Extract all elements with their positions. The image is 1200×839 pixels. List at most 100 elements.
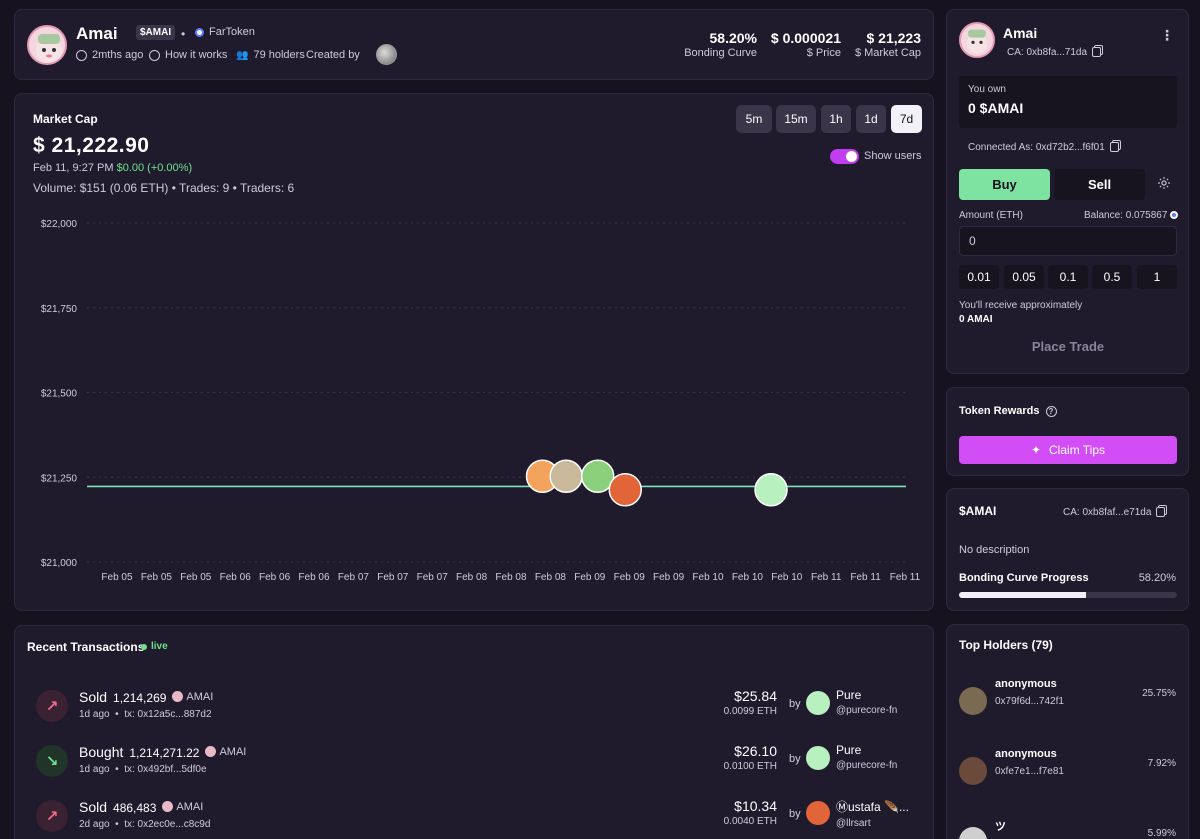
timeframe-5m[interactable]: 5m xyxy=(736,105,772,133)
amount-label: Amount (ETH) xyxy=(959,210,1023,221)
timeframe-1d[interactable]: 1d xyxy=(856,105,886,133)
amount-input[interactable] xyxy=(959,226,1177,256)
token-info-ca-text: CA: 0xb8faf...e71da xyxy=(1063,507,1152,518)
buy-tab-button[interactable]: Buy xyxy=(959,169,1050,200)
preset-1[interactable]: 1 xyxy=(1137,265,1177,289)
tx-type: Bought xyxy=(79,744,124,760)
tx-hash[interactable]: tx: 0x2ec0e...c8c9d xyxy=(124,819,210,830)
settings-gear-icon[interactable] xyxy=(1157,176,1171,190)
user-handle: @llrsart xyxy=(836,818,871,829)
holder-percent: 7.92% xyxy=(1147,758,1176,769)
user-handle: @purecore-fn xyxy=(836,705,898,716)
tx-user[interactable]: Pure @purecore-fn xyxy=(836,688,897,716)
stat-market-cap: $ 21,223 $ Market Cap xyxy=(855,30,921,59)
tx-value: $10.34 0.0040 ETH xyxy=(724,798,777,827)
preset-0-01[interactable]: 0.01 xyxy=(959,265,999,289)
copy-icon[interactable] xyxy=(1156,507,1166,518)
preset-0-5[interactable]: 0.5 xyxy=(1092,265,1132,289)
x-tick-label: Feb 10 xyxy=(771,572,803,583)
holder-row[interactable]: anonymous 0x79f6d...742f1 25.75% xyxy=(947,678,1188,722)
x-tick-label: Feb 09 xyxy=(653,572,685,583)
tx-value: $25.84 0.0099 ETH xyxy=(724,688,777,717)
arrow-up-right-icon: ↗ xyxy=(36,690,68,722)
stat-bonding-curve: 58.20% Bonding Curve xyxy=(684,30,757,59)
token-info-ca[interactable]: CA: 0xb8faf...e71da xyxy=(1063,507,1166,518)
claim-tips-button[interactable]: ✦ Claim Tips xyxy=(959,436,1177,464)
x-tick-label: Feb 11 xyxy=(811,572,842,583)
age-meta: 2mths ago xyxy=(76,49,143,61)
contract-address[interactable]: CA: 0xb8fa...71da xyxy=(1007,47,1102,58)
holder-avatar xyxy=(959,687,987,715)
preset-0-1[interactable]: 0.1 xyxy=(1048,265,1088,289)
more-options-icon[interactable]: ⋮ xyxy=(1160,27,1174,44)
show-users-toggle[interactable] xyxy=(830,149,859,164)
place-trade-button[interactable]: Place Trade xyxy=(959,335,1177,359)
holders-meta[interactable]: 👥 79 holders xyxy=(236,49,305,61)
how-it-works-text: How it works xyxy=(165,49,228,61)
tx-amount: 1,214,269 xyxy=(113,691,167,705)
live-indicator: live xyxy=(141,641,168,652)
tx-user[interactable]: Pure @purecore-fn xyxy=(836,743,897,771)
user-avatar[interactable] xyxy=(806,746,830,770)
platform-label[interactable]: FarToken xyxy=(209,26,255,38)
tx-hash[interactable]: tx: 0x492bf...5df0e xyxy=(124,764,206,775)
sell-tab-button[interactable]: Sell xyxy=(1054,169,1145,200)
timeframe-1h[interactable]: 1h xyxy=(821,105,851,133)
tx-token: AMAI xyxy=(162,801,203,813)
tx-eth: 0.0099 ETH xyxy=(723,706,777,717)
copy-icon[interactable] xyxy=(1109,142,1119,153)
x-tick-label: Feb 10 xyxy=(692,572,724,583)
x-tick-label: Feb 08 xyxy=(535,572,567,583)
tx-user[interactable]: Ⓜustafa 🪶... @llrsart xyxy=(836,798,909,829)
timeframe-7d[interactable]: 7d xyxy=(891,105,922,133)
tx-eth: 0.0100 ETH xyxy=(723,761,777,772)
x-tick-label: Feb 05 xyxy=(180,572,212,583)
holder-row[interactable]: ツ 5.99% xyxy=(947,818,1188,839)
top-holders-title: Top Holders (79) xyxy=(959,638,1053,652)
x-tick-label: Feb 06 xyxy=(220,572,252,583)
chart-panel: $22,000 $21,750 $21,500 $21,250 $21,000 Feb 0… xyxy=(14,93,934,611)
eth-icon xyxy=(1170,211,1179,220)
holder-row[interactable]: anonymous 0xfe7e1...f7e81 7.92% xyxy=(947,748,1188,792)
tx-token: AMAI xyxy=(205,746,246,758)
created-by-text: Created by xyxy=(306,49,360,61)
token-name: Amai xyxy=(76,24,118,43)
token-name: Amai xyxy=(1003,25,1038,41)
user-marker-avatar xyxy=(754,473,788,507)
tx-summary: Sold 486,483 AMAI xyxy=(79,799,203,815)
tx-type: Sold xyxy=(79,799,108,815)
volume-line: Volume: $151 (0.06 ETH) • Trades: 9 • Tr… xyxy=(33,181,295,195)
timeframe-15m[interactable]: 15m xyxy=(776,105,816,133)
user-marker-avatar xyxy=(608,473,643,507)
tx-meta: 2d ago • tx: 0x2ec0e...c8c9d xyxy=(79,819,211,830)
wallet-balance: Balance: 0.075867 xyxy=(1084,210,1179,221)
x-tick-label: Feb 11 xyxy=(850,572,881,583)
how-it-works-link[interactable]: How it works xyxy=(149,49,227,61)
clock-icon xyxy=(76,49,87,61)
user-avatar[interactable] xyxy=(806,691,830,715)
tx-hash[interactable]: tx: 0x12a5c...887d2 xyxy=(124,709,211,720)
stat-price: $ 0.000021 $ Price xyxy=(771,30,841,59)
tx-token-label: AMAI xyxy=(176,800,204,813)
holder-avatar xyxy=(959,757,987,785)
copy-icon[interactable] xyxy=(1092,47,1102,58)
user-avatar[interactable] xyxy=(806,801,830,825)
transaction-row[interactable]: ↗ Sold 486,483 AMAI 2d ago • tx: 0x2ec0e..… xyxy=(15,797,933,839)
tx-meta: 1d ago • tx: 0x12a5c...887d2 xyxy=(79,709,212,720)
x-tick-label: Feb 09 xyxy=(574,572,606,583)
tx-token-label: AMAI xyxy=(219,745,247,758)
market-cap-value: $ 21,222.90 xyxy=(33,134,150,157)
token-mini-icon xyxy=(205,746,217,757)
help-icon[interactable]: ? xyxy=(1045,405,1057,417)
x-tick-label: Feb 05 xyxy=(141,572,173,583)
live-label: live xyxy=(151,641,168,652)
creator-avatar[interactable] xyxy=(376,44,397,65)
transaction-row[interactable]: ↘ Bought 1,214,271.22 AMAI 1d ago • tx: 0x… xyxy=(15,742,933,792)
tx-summary: Bought 1,214,271.22 AMAI xyxy=(79,744,246,760)
by-label: by xyxy=(789,808,801,820)
transaction-row[interactable]: ↗ Sold 1,214,269 AMAI 1d ago • tx: 0x12a5c… xyxy=(15,687,933,737)
tx-amount: 1,214,271.22 xyxy=(129,746,200,760)
holder-avatar xyxy=(959,827,987,839)
contract-address-text: CA: 0xb8fa...71da xyxy=(1007,47,1088,58)
preset-0-05[interactable]: 0.05 xyxy=(1004,265,1044,289)
